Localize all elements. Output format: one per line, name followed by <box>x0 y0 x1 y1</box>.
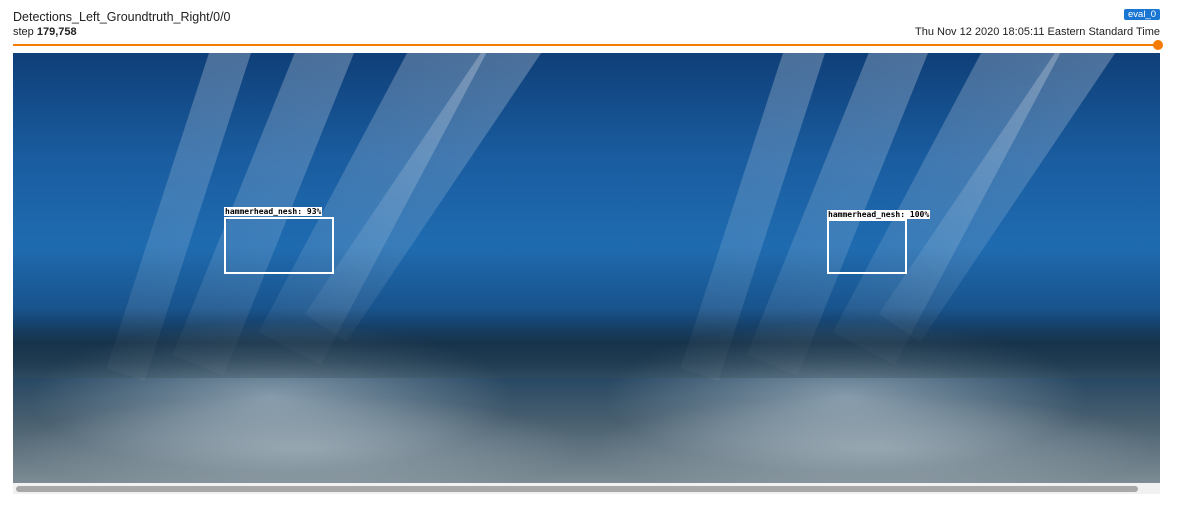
step-readout: step 179,758 <box>13 26 77 38</box>
detection-image: hammerhead_nesh: 93% hammerhead_nesh: 10… <box>13 53 1160 483</box>
step-value: 179,758 <box>36 26 77 38</box>
detection-box <box>224 217 334 274</box>
horizontal-scrollbar[interactable] <box>13 483 1160 494</box>
detections-panel: hammerhead_nesh: 93% <box>13 53 587 483</box>
timestamp: Thu Nov 12 2020 18:05:11 Eastern Standar… <box>914 26 1160 38</box>
seabed-rocks <box>13 308 587 378</box>
card-title: Detections_Left_Groundtruth_Right/0/0 <box>13 10 231 24</box>
step-slider-thumb[interactable] <box>1153 40 1163 50</box>
groundtruth-box <box>827 219 907 274</box>
run-badge: eval_0 <box>1124 9 1160 20</box>
image-summary-card: Detections_Left_Groundtruth_Right/0/0 st… <box>0 0 1202 509</box>
scrollbar-thumb[interactable] <box>16 486 1138 492</box>
groundtruth-label: hammerhead_nesh: 100% <box>827 210 931 219</box>
step-slider-track[interactable] <box>13 44 1158 46</box>
step-label: step <box>13 26 34 38</box>
groundtruth-panel: hammerhead_nesh: 100% <box>587 53 1160 483</box>
detection-label: hammerhead_nesh: 93% <box>224 207 323 216</box>
seabed-rocks <box>587 308 1160 378</box>
